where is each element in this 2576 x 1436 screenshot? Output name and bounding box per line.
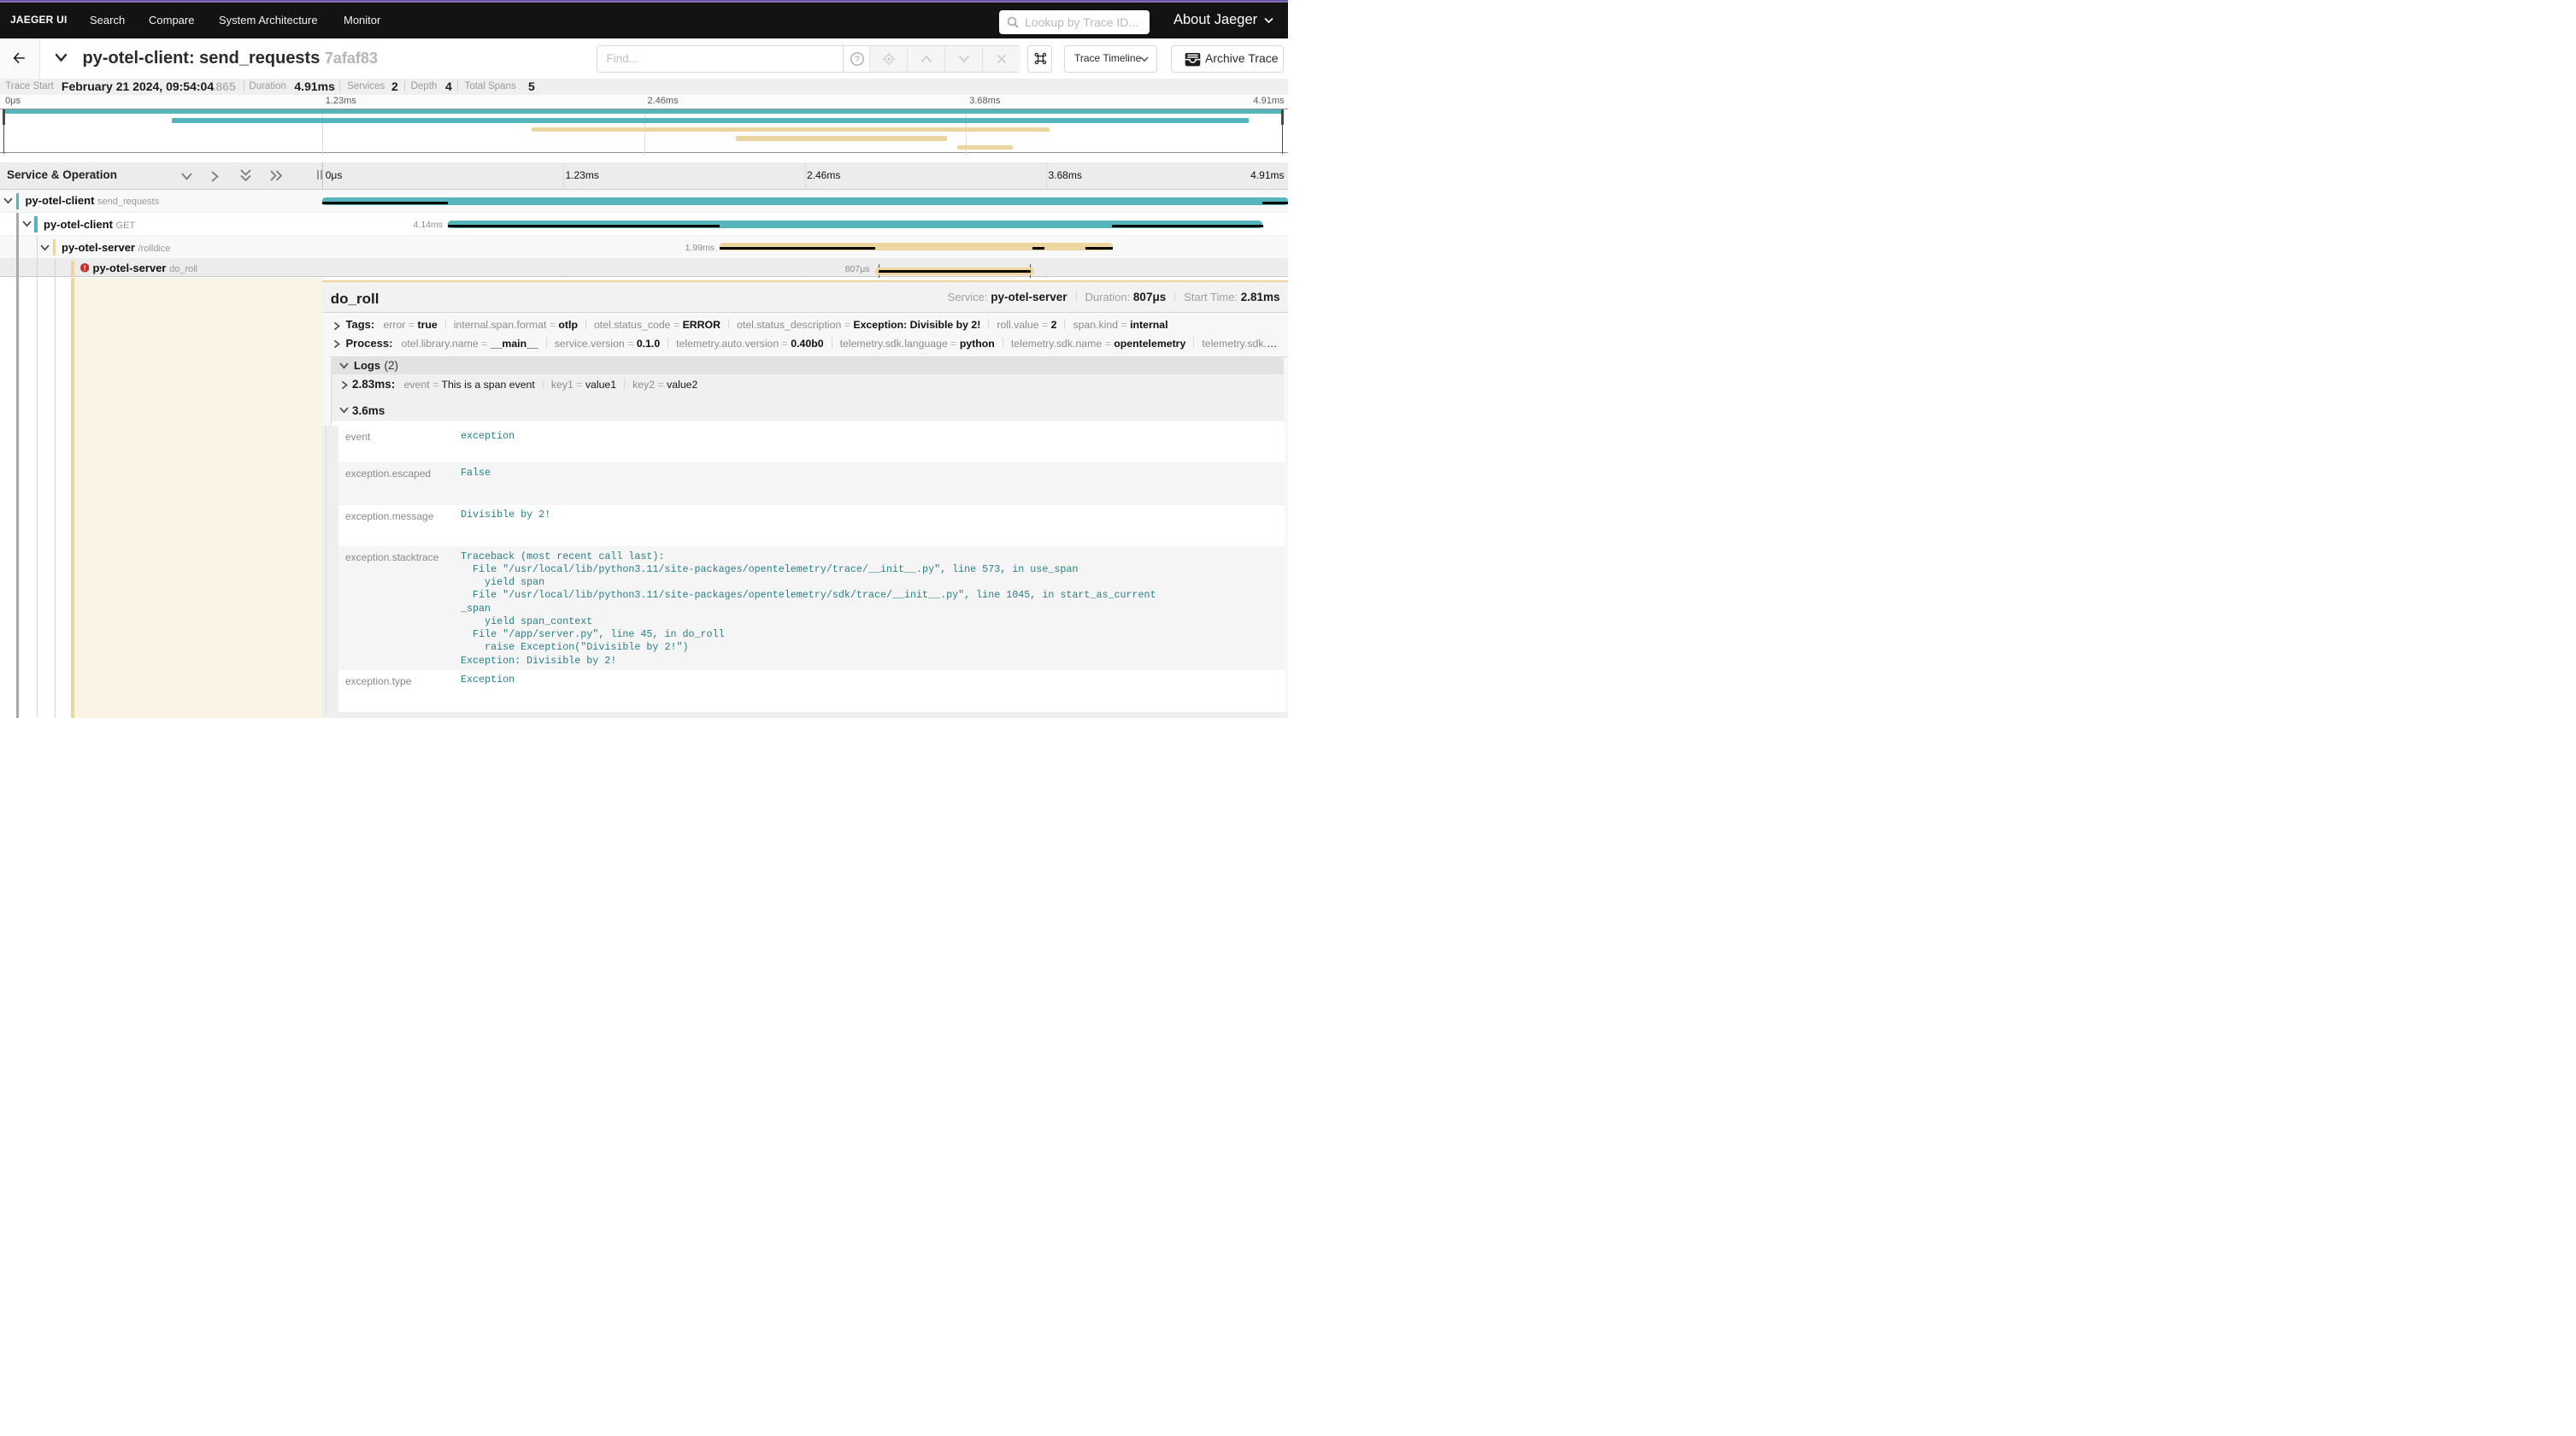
- svg-text:?: ?: [855, 55, 860, 64]
